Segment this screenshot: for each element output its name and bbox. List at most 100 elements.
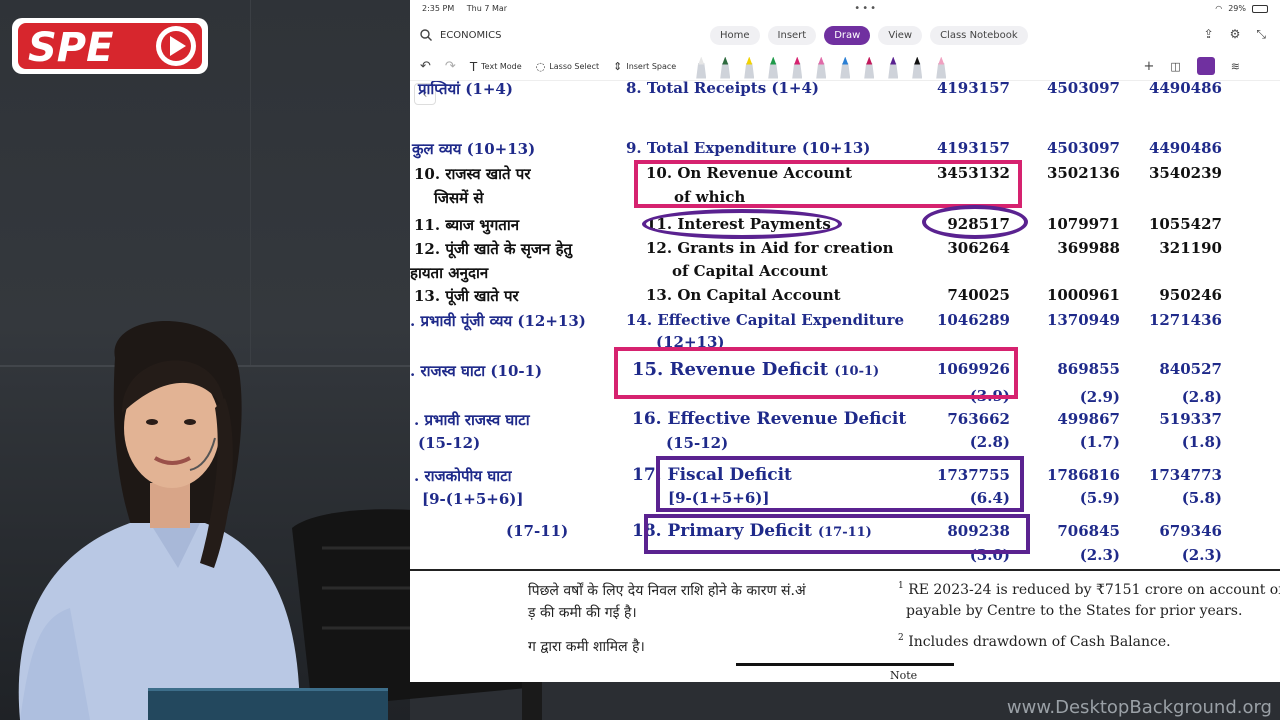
row12-label: 12. Grants in Aid for creation [646,239,894,257]
footnote-2-mark: 2 [898,633,904,643]
footnote-1-mark: 1 [898,581,904,591]
pen-4-icon[interactable] [768,56,779,79]
row9-label: 9. Total Expenditure (10+13) [626,139,871,157]
tab-draw[interactable]: Draw [824,25,871,45]
settings-icon[interactable]: ⚙ [1230,27,1241,42]
footnote-hindi-2: ड़ की कमी की गई है। [528,605,637,621]
logo-text: SPE [28,25,113,71]
draw-toolbar: ↶ ↷ T Text Mode ◌ Lasso Select ⇕ Insert … [410,53,1280,81]
notebook-page[interactable]: ‹ प्राप्तियां (1+4) 8. Total Receipts (1… [410,81,1280,682]
row12-hindi: 12. पूंजी खाते के सृजन हेतु [414,240,573,258]
row8-label: 8. Total Receipts (1+4) [626,81,820,97]
pen-5-icon[interactable] [792,56,803,79]
search-icon[interactable] [420,29,432,41]
ink-rectangle-primary-deficit[interactable] [644,514,1030,554]
row17-v2: 1786816 [1046,466,1120,484]
ink-settings-icon[interactable]: ≋ [1231,60,1240,73]
row14-v2: 1370949 [1046,311,1120,329]
row16-p3: (1.8) [1181,433,1222,451]
row14-label: 14. Effective Capital Expenditure [626,311,905,329]
lasso-label: Lasso Select [549,62,600,71]
watermark: www.DesktopBackground.org [1006,697,1272,718]
pen-3-icon[interactable] [744,56,755,79]
row16-p2: (1.7) [1079,433,1120,451]
lasso-icon: ◌ [535,60,546,73]
row12-v3: 321190 [1159,239,1222,257]
tab-view[interactable]: View [878,25,923,45]
row11-v2: 1079971 [1046,215,1120,233]
footnote-2: 2 Includes drawdown of Cash Balance. [898,633,1171,650]
row18-hindi: (17-11) [506,522,569,540]
add-pen-icon[interactable]: + [1143,59,1154,74]
row13-v1: 740025 [947,286,1010,304]
multitask-dots-icon[interactable]: ••• [854,3,878,14]
row15-hindi: . राजस्व घाटा (10-1) [410,362,543,380]
undo-icon[interactable]: ↶ [420,59,431,74]
collapse-icon[interactable]: ⤡ [1256,27,1266,42]
pen-11-icon[interactable] [936,56,947,79]
row10-hindi-sub: जिसमें से [434,189,484,207]
row17-hindi: . राजकोपीय घाटा [414,467,512,485]
tab-home[interactable]: Home [710,25,760,45]
row18-v2: 706845 [1057,522,1120,540]
ink-underline [736,663,954,666]
pen-2-icon[interactable] [720,56,731,79]
redo-icon[interactable]: ↷ [445,59,456,74]
row16-v1: 763662 [947,410,1010,428]
row14-hindi: . प्रभावी पूंजी व्यय (12+13) [410,312,586,330]
ink-rectangle-revenue-account[interactable] [634,160,1022,208]
tab-class-notebook[interactable]: Class Notebook [930,25,1028,45]
ink-rectangle-revenue-deficit[interactable] [614,347,1018,399]
ink-ellipse-interest-value[interactable] [922,205,1028,239]
row18-p3: (2.3) [1181,546,1222,564]
shapes-icon[interactable]: ◫ [1170,60,1180,73]
row9-v1: 4193157 [936,139,1010,157]
text-mode-button[interactable]: T Text Mode [470,60,522,74]
insert-space-button[interactable]: ⇕ Insert Space [613,60,676,73]
row9-hindi: कुल व्यय (10+13) [412,140,536,158]
pen-7-icon[interactable] [840,56,851,79]
notebook-title[interactable]: ECONOMICS [440,30,501,41]
pen-10-icon[interactable] [912,56,923,79]
laptop [148,688,388,720]
row16-hindi: . प्रभावी राजस्व घाटा [414,411,530,429]
footnote-1-cont: payable by Centre to the States for prio… [906,603,1243,619]
row16-v3: 519337 [1159,410,1222,428]
app-navbar: ECONOMICS Home Insert Draw View Class No… [410,17,1280,53]
status-bar: 2:35 PM Thu 7 Mar ••• ◠ 29% [410,0,1280,17]
footnote-1: 1 RE 2023-24 is reduced by ₹7151 crore o… [898,581,1280,598]
row10-hindi: 10. राजस्व खाते पर [414,165,531,183]
spe-logo: SPE [12,18,208,74]
highlight-tool-icon[interactable] [1196,57,1215,75]
row17-v3: 1734773 [1148,466,1222,484]
tab-insert[interactable]: Insert [767,25,817,45]
pen-9-icon[interactable] [888,56,899,79]
row16-label-sub: (15-12) [666,434,729,452]
row10-v3: 3540239 [1148,164,1222,182]
insert-space-label: Insert Space [626,62,677,71]
row11-hindi: 11. ब्याज भुगतान [414,216,520,234]
onenote-window: 2:35 PM Thu 7 Mar ••• ◠ 29% ECONOMICS Ho… [410,0,1280,682]
text-mode-label: Text Mode [481,62,522,71]
footnote-1-text: RE 2023-24 is reduced by ₹7151 crore on … [908,582,1280,598]
lasso-select-button[interactable]: ◌ Lasso Select [536,60,599,73]
pen-8-icon[interactable] [864,56,875,79]
row15-v3: 840527 [1159,360,1222,378]
row16-v2: 499867 [1057,410,1120,428]
row8-v3: 4490486 [1148,81,1222,97]
row14-v3: 1271436 [1148,311,1222,329]
row10-v2: 3502136 [1046,164,1120,182]
row15-p2: (2.9) [1079,388,1120,406]
row13-label: 13. On Capital Account [646,286,841,304]
share-icon[interactable]: ⇪ [1204,27,1214,42]
footnote-hindi-3: ग द्वारा कमी शामिल है। [528,639,645,655]
insert-space-icon: ⇕ [613,60,623,73]
pen-6-icon[interactable] [816,56,827,79]
row18-v3: 679346 [1159,522,1222,540]
battery-level: 29% [1228,4,1246,13]
row8-v2: 4503097 [1046,81,1120,97]
row17-p3: (5.8) [1181,489,1222,507]
ink-rectangle-fiscal-deficit[interactable] [656,456,1024,512]
pen-1-icon[interactable] [696,56,707,79]
ink-ellipse-interest-payments[interactable] [642,209,842,239]
